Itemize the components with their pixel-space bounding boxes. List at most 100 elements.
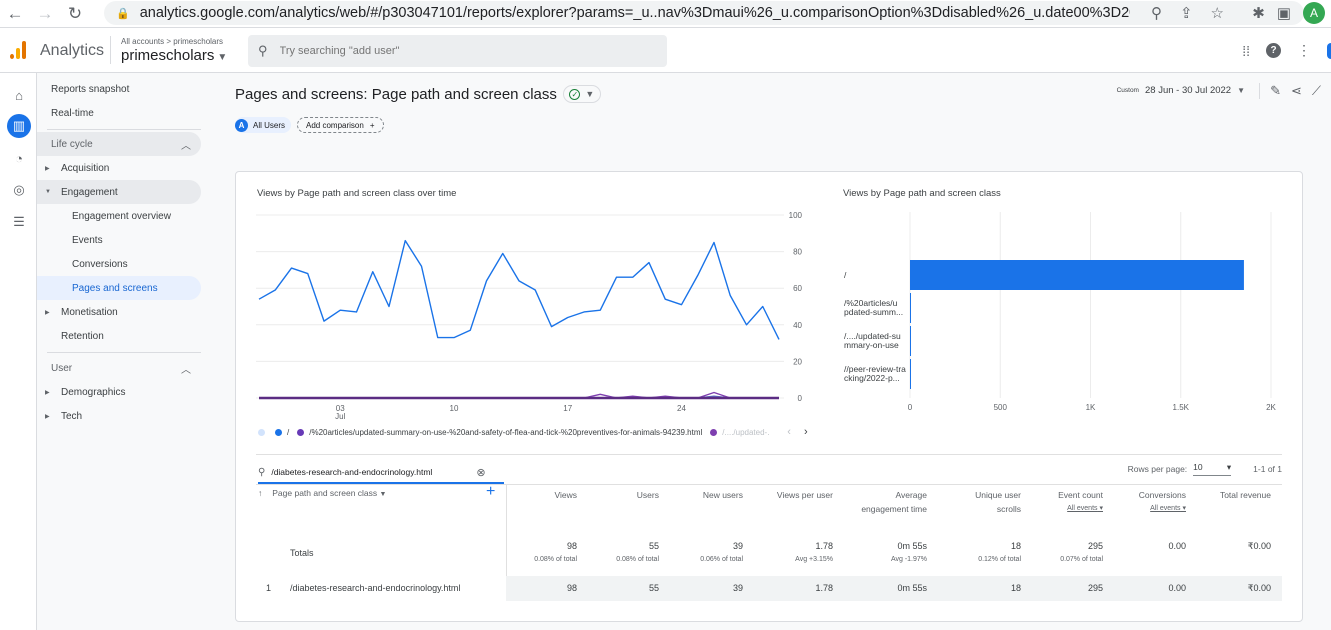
column-header-label: engagement time	[861, 504, 927, 514]
dimension-header-label: Page path and screen class	[272, 488, 378, 498]
share-report-icon[interactable]: ⋖	[1291, 83, 1302, 99]
sidebar-item-label: Engagement overview	[72, 210, 171, 222]
conversion-filter-dropdown[interactable]: All events ▾	[1086, 502, 1186, 516]
configure-list-icon[interactable]: ☰	[7, 210, 31, 234]
help-icon[interactable]: ?	[1266, 43, 1281, 58]
legend-dot	[710, 428, 718, 436]
bar-2	[910, 326, 911, 356]
global-search[interactable]: ⚲	[248, 35, 667, 67]
sidebar-item-pages-and-screens[interactable]: Pages and screens	[37, 276, 201, 300]
address-bar[interactable]: 🔒 analytics.google.com/analytics/web/#/p…	[104, 1, 1304, 25]
sidebar-item-real-time[interactable]: Real-time	[37, 101, 201, 125]
bar-1	[910, 293, 911, 323]
totals-cell-avg-engagement-time: 0m 55s Avg -1.97%	[827, 541, 927, 563]
segment-chip-all-users[interactable]: A All Users	[235, 117, 292, 133]
y-tick-label: 80	[793, 248, 802, 257]
line-chart[interactable]: 02040608010003Jul10 17 24	[236, 202, 836, 427]
nav-rail: ⌂ ▥ ◔ ◎ ☰	[0, 73, 37, 630]
bookmark-star-icon[interactable]: ☆	[1211, 4, 1224, 22]
rows-per-page-select[interactable]: 10 ▾	[1193, 462, 1232, 476]
pagination-range: 1-1 of 1	[1253, 464, 1282, 474]
advertising-icon[interactable]: ◎	[7, 178, 31, 202]
clear-search-icon[interactable]: ⊗	[476, 466, 485, 479]
bar-category-label: pdated-summ...	[844, 307, 903, 317]
sidebar-divider	[47, 129, 201, 130]
explore-icon[interactable]: ◔	[7, 146, 31, 170]
sidebar-divider	[47, 352, 201, 353]
legend-dot	[275, 428, 282, 436]
row-index: 1	[266, 583, 272, 593]
add-comparison-button[interactable]: Add comparison +	[297, 117, 384, 133]
sidebar-item-conversions[interactable]: Conversions	[37, 252, 201, 276]
extensions-icon[interactable]: ✱	[1252, 4, 1265, 22]
table-search[interactable]: ⚲ ⊗	[258, 462, 504, 484]
caret-down-icon: ▾	[1226, 462, 1232, 472]
x-tick-label: 0	[908, 403, 913, 412]
search-input[interactable]	[279, 45, 650, 57]
segment-letter-badge: A	[235, 118, 248, 132]
sidebar-item-demographics[interactable]: ▶ Demographics	[37, 380, 201, 404]
x-tick-label: 17	[563, 404, 572, 413]
sidebar-item-tech[interactable]: ▶ Tech	[37, 404, 201, 428]
chevron-up-icon: ︿	[181, 140, 191, 152]
sidebar-item-label: Real-time	[51, 107, 94, 119]
table-search-input[interactable]	[271, 467, 477, 477]
sidebar-item-engagement-overview[interactable]: Engagement overview	[37, 204, 201, 228]
legend-prev-icon[interactable]: ‹	[787, 426, 791, 438]
property-name: primescholars	[121, 47, 215, 64]
bar-0	[910, 260, 1244, 290]
table-divider	[256, 484, 1282, 485]
column-header-avg-engagement-time[interactable]: Average engagement time	[827, 488, 927, 516]
sidebar-section-life-cycle[interactable]: Life cycle ︿	[37, 132, 201, 156]
report-card: Views by Page path and screen class over…	[235, 171, 1303, 622]
url-text[interactable]: analytics.google.com/analytics/web/#/p30…	[140, 5, 1130, 21]
chevron-up-icon: ︿	[181, 364, 191, 376]
sidebar-item-reports-snapshot[interactable]: Reports snapshot	[37, 77, 201, 101]
home-icon[interactable]: ⌂	[7, 83, 31, 107]
dimension-column-header[interactable]: ↑ Page path and screen class ▼	[258, 488, 386, 498]
sidebar-item-acquisition[interactable]: ▶ Acquisition	[37, 156, 201, 180]
sidebar-item-retention[interactable]: Retention	[37, 324, 201, 348]
account-avatar-edge[interactable]	[1327, 42, 1331, 59]
apps-grid-icon[interactable]: ⁞⁞	[1242, 43, 1250, 59]
sidebar-item-engagement[interactable]: ▼ Engagement	[37, 180, 201, 204]
zoom-icon[interactable]: ⚲	[1151, 4, 1162, 22]
caret-right-icon: ▶	[45, 165, 50, 172]
side-panel-icon[interactable]: ▣	[1277, 4, 1291, 22]
totals-label: Totals	[290, 548, 314, 558]
date-range-picker[interactable]: Custom 28 Jun - 30 Jul 2022 ▼	[1117, 85, 1245, 96]
legend-item-label[interactable]: /%20articles/updated-summary-on-use-%20a…	[309, 428, 702, 437]
legend-item-label[interactable]: /	[287, 428, 289, 437]
reports-icon[interactable]: ▥	[7, 114, 31, 138]
sidebar-item-monetisation[interactable]: ▶ Monetisation	[37, 300, 201, 324]
totals-subtext: Avg +3.15%	[795, 556, 833, 563]
bar-chart[interactable]: 0 500 1K 1.5K 2K//%20articles/updated-summ..…	[836, 202, 1296, 427]
sidebar-item-events[interactable]: Events	[37, 228, 201, 252]
property-selector[interactable]: primescholars ▼	[121, 47, 227, 64]
more-vert-icon[interactable]: ⋮	[1297, 42, 1311, 59]
account-breadcrumb[interactable]: All accounts > primescholars	[121, 37, 223, 46]
app-header: Analytics All accounts > primescholars p…	[0, 28, 1331, 73]
back-button[interactable]: ←	[0, 4, 30, 24]
column-header-views-per-user[interactable]: Views per user	[733, 488, 833, 502]
share-icon[interactable]: ⇪	[1180, 4, 1193, 22]
legend-item-label[interactable]: /..../updated-...	[722, 428, 770, 437]
data-quality-status-button[interactable]: ✓ ▼	[562, 85, 601, 103]
legend-next-icon[interactable]: ›	[804, 426, 808, 438]
column-header-total-revenue[interactable]: Total revenue	[1171, 488, 1271, 502]
sort-ascending-icon[interactable]: ↑	[258, 488, 262, 498]
profile-avatar[interactable]: A	[1303, 2, 1325, 24]
row-dimension-value[interactable]: /diabetes-research-and-endocrinology.htm…	[290, 583, 460, 593]
header-divider	[110, 36, 111, 64]
reload-button[interactable]: ↻	[60, 4, 90, 24]
bar-3	[910, 359, 911, 389]
date-mode-label: Custom	[1116, 87, 1139, 94]
sidebar-section-user[interactable]: User ︿	[37, 356, 201, 380]
insights-icon[interactable]: ⟋	[1312, 83, 1321, 99]
totals-value: 0m 55s	[897, 541, 927, 551]
customize-report-icon[interactable]: ✎	[1270, 83, 1281, 99]
column-header-label: Total revenue	[1219, 490, 1271, 500]
column-header-new-users[interactable]: New users	[643, 488, 743, 502]
x-tick-label: 1K	[1086, 403, 1096, 412]
forward-button[interactable]: →	[30, 4, 60, 24]
